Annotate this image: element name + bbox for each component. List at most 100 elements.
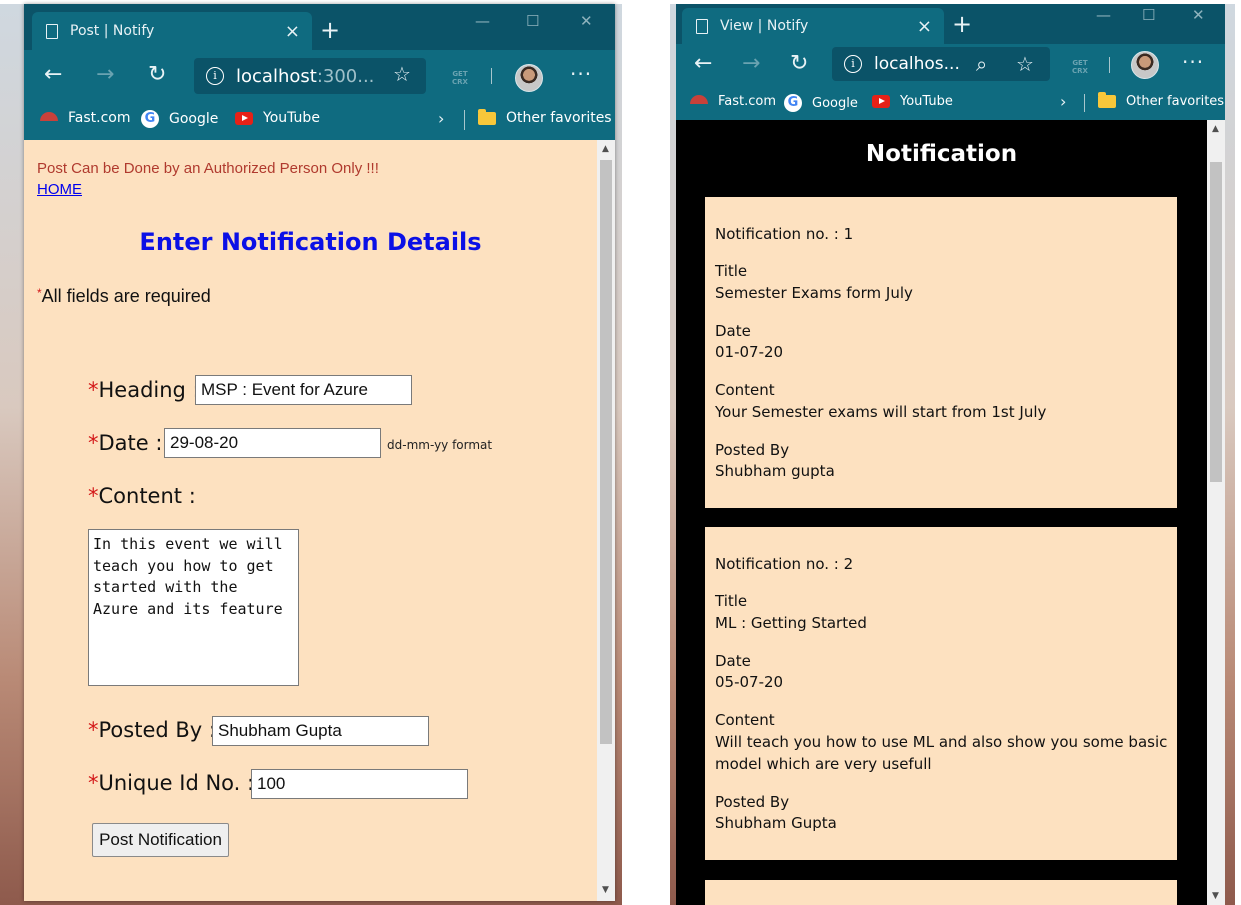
- zoom-icon[interactable]: ⌕: [976, 52, 987, 76]
- minimize-icon[interactable]: —: [1096, 6, 1111, 24]
- favorite-google[interactable]: G Google: [784, 94, 858, 112]
- favorite-label: Fast.com: [68, 110, 131, 126]
- close-window-icon[interactable]: ✕: [580, 12, 593, 30]
- content-label: *Content :: [88, 484, 196, 508]
- content-label: Content: [715, 381, 775, 399]
- notification-number: Notification no. : 1: [715, 225, 854, 243]
- profile-avatar[interactable]: [515, 64, 543, 92]
- post-notification-button[interactable]: Post Notification: [92, 823, 229, 857]
- get-crx-extension-icon[interactable]: GET CRX: [1072, 59, 1088, 75]
- tab-title: Post | Notify: [70, 23, 155, 39]
- get-crx-extension-icon[interactable]: GET CRX: [452, 70, 468, 86]
- date-label: Date: [715, 322, 751, 340]
- settings-more-icon[interactable]: ···: [1182, 50, 1204, 74]
- favorite-star-icon[interactable]: ☆: [1016, 52, 1034, 76]
- maximize-icon[interactable]: ☐: [1142, 6, 1155, 24]
- favorite-other-favorites[interactable]: Other favorites: [1098, 92, 1225, 109]
- favorites-divider: [464, 110, 465, 130]
- heading-label: *Heading :: [88, 378, 200, 402]
- favorite-youtube[interactable]: YouTube: [872, 94, 953, 109]
- favorite-fast-com[interactable]: Fast.com: [40, 110, 130, 126]
- navigation-bar: ← → ↻ i localhos... ⌕ ☆ GET CRX ···: [676, 44, 1225, 86]
- toolbar-divider: [1109, 57, 1110, 73]
- back-icon[interactable]: ←: [694, 51, 712, 76]
- favorite-label: Other favorites: [1126, 94, 1225, 109]
- required-note: *All fields are required: [37, 286, 211, 306]
- scroll-down-icon[interactable]: ▼: [602, 885, 609, 895]
- title-label: Title: [715, 592, 748, 610]
- form-heading: Enter Notification Details: [139, 228, 482, 256]
- unique-id-input[interactable]: [251, 769, 468, 799]
- authorization-warning: Post Can be Done by an Authorized Person…: [37, 160, 379, 177]
- close-tab-icon[interactable]: ×: [917, 16, 932, 37]
- notification-date: 01-07-20: [715, 343, 784, 361]
- notification-content-line: Will teach you how to use ML and also sh…: [715, 733, 1168, 751]
- profile-avatar[interactable]: [1131, 51, 1159, 79]
- favorite-label: Google: [812, 95, 858, 111]
- heading-label-text: Heading :: [98, 378, 200, 402]
- scroll-up-icon[interactable]: ▲: [602, 144, 609, 154]
- youtube-icon: [235, 111, 253, 125]
- favorite-other-favorites[interactable]: Other favorites: [478, 108, 612, 126]
- vertical-scrollbar[interactable]: ▲ ▼: [1207, 120, 1225, 905]
- forward-icon[interactable]: →: [96, 62, 114, 87]
- new-tab-icon[interactable]: +: [952, 10, 972, 38]
- date-label-text: Date :: [98, 431, 163, 455]
- forward-icon[interactable]: →: [742, 51, 760, 76]
- required-note-text: All fields are required: [41, 286, 211, 306]
- favorite-youtube[interactable]: YouTube: [235, 110, 320, 126]
- minimize-icon[interactable]: —: [475, 12, 490, 30]
- favorite-star-icon[interactable]: ☆: [393, 62, 411, 86]
- content-textarea[interactable]: In this event we will teach you how to g…: [88, 529, 299, 686]
- heading-input[interactable]: [195, 375, 412, 405]
- tab-title: View | Notify: [720, 18, 809, 34]
- posted-by-label: *Posted By :: [88, 718, 216, 742]
- favorites-bar: Fast.com G Google YouTube › Other favori…: [676, 86, 1225, 120]
- favorite-label: YouTube: [900, 94, 953, 109]
- favorites-overflow-chevron-icon[interactable]: ›: [438, 109, 444, 128]
- view-page-content: Notification Notification no. : 1 Title …: [676, 120, 1225, 905]
- maximize-icon[interactable]: ☐: [526, 12, 539, 30]
- favorites-overflow-chevron-icon[interactable]: ›: [1060, 92, 1066, 111]
- posted-by-input[interactable]: [212, 716, 429, 746]
- posted-by-label: Posted By: [715, 441, 790, 459]
- scroll-down-icon[interactable]: ▼: [1212, 891, 1219, 901]
- page-icon: [46, 23, 58, 39]
- new-tab-icon[interactable]: +: [320, 16, 340, 44]
- scrollbar-thumb[interactable]: [600, 160, 612, 744]
- notification-title: Semester Exams form July: [715, 284, 913, 302]
- date-input[interactable]: [164, 428, 381, 458]
- desktop-gap: [622, 0, 670, 905]
- date-format-hint: dd-mm-yy format: [387, 438, 493, 452]
- post-page-content: Post Can be Done by an Authorized Person…: [24, 140, 615, 901]
- date-label: *Date :: [88, 431, 163, 455]
- tab-post-notify[interactable]: Post | Notify ×: [32, 12, 312, 50]
- site-info-icon[interactable]: i: [844, 55, 862, 73]
- favorite-label: Other favorites: [506, 110, 612, 126]
- favorite-fast-com[interactable]: Fast.com: [690, 94, 776, 109]
- scroll-up-icon[interactable]: ▲: [1212, 124, 1219, 134]
- close-window-icon[interactable]: ✕: [1192, 6, 1205, 24]
- site-info-icon[interactable]: i: [206, 67, 224, 85]
- close-tab-icon[interactable]: ×: [285, 21, 300, 42]
- youtube-icon: [872, 95, 890, 108]
- notification-title: ML : Getting Started: [715, 614, 867, 632]
- favorite-google[interactable]: G Google: [141, 110, 218, 128]
- unique-id-label: *Unique Id No. :: [88, 771, 255, 795]
- google-icon: G: [141, 110, 159, 128]
- scrollbar-thumb[interactable]: [1210, 162, 1222, 482]
- refresh-icon[interactable]: ↻: [148, 62, 166, 87]
- notification-card: Notification no. : 2 Title ML : Getting …: [705, 527, 1177, 860]
- vertical-scrollbar[interactable]: ▲ ▼: [597, 140, 615, 901]
- home-link[interactable]: HOME: [37, 181, 82, 198]
- content-label: Content: [715, 711, 775, 729]
- tab-view-notify[interactable]: View | Notify ×: [682, 8, 944, 44]
- refresh-icon[interactable]: ↻: [790, 51, 808, 76]
- toolbar-divider: [491, 68, 492, 84]
- unique-id-label-text: Unique Id No. :: [98, 771, 255, 795]
- desktop-edge-right: [1235, 0, 1241, 905]
- back-icon[interactable]: ←: [44, 62, 62, 87]
- settings-more-icon[interactable]: ···: [570, 62, 592, 86]
- address-bar[interactable]: i localhost :300...: [194, 58, 426, 94]
- notification-date: 05-07-20: [715, 673, 784, 691]
